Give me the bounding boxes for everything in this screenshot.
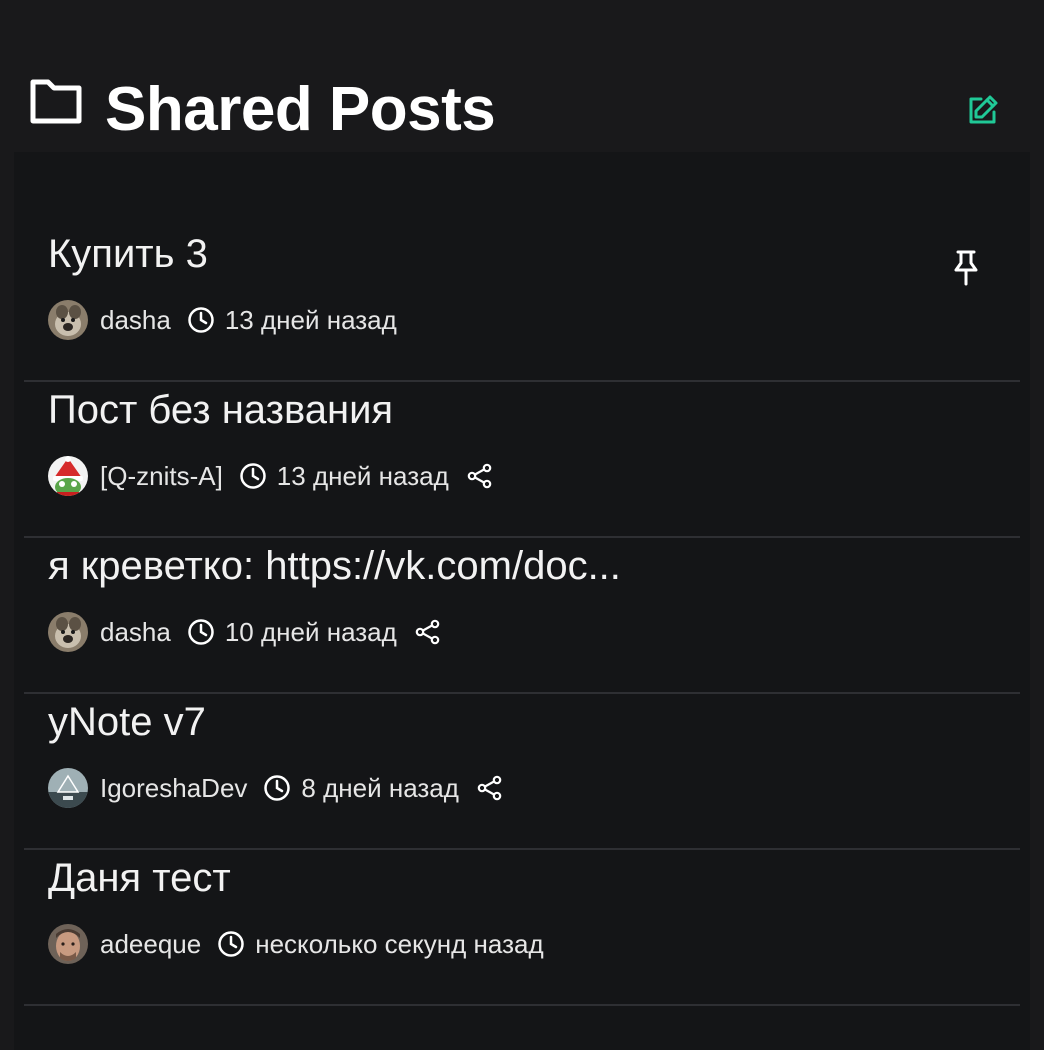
edit-button[interactable] <box>962 90 1002 130</box>
share-icon[interactable] <box>467 463 493 489</box>
post-title: Купить 3 <box>48 232 208 276</box>
post-item[interactable]: yNote v7 IgoreshaDev 8 дней назад <box>24 694 1020 850</box>
header: Shared Posts <box>0 0 1044 160</box>
clock-icon <box>240 463 266 489</box>
post-item[interactable]: я креветко: https://vk.com/doc... dasha … <box>24 538 1020 694</box>
share-icon[interactable] <box>477 775 503 801</box>
clock-icon <box>188 619 214 645</box>
post-meta: IgoreshaDev 8 дней назад <box>48 766 503 810</box>
post-meta: dasha 13 дней назад <box>48 298 415 342</box>
post-time: 8 дней назад <box>301 772 459 803</box>
post-meta: dasha 10 дней назад <box>48 610 441 654</box>
folder-icon <box>30 79 82 124</box>
avatar[interactable] <box>48 768 88 808</box>
post-item[interactable]: Пост без названия [Q-znits-A] 13 дней на… <box>24 382 1020 538</box>
author-name[interactable]: [Q-znits-A] <box>100 461 223 492</box>
post-item[interactable]: Купить 3 dasha 13 дней назад <box>24 226 1020 382</box>
author-name[interactable]: dasha <box>100 617 171 648</box>
page-title: Shared Posts <box>105 75 496 144</box>
post-list: Купить 3 dasha 13 дней назад Пост без на… <box>14 152 1030 1050</box>
author-name[interactable]: IgoreshaDev <box>100 773 247 804</box>
post-meta: [Q-znits-A] 13 дней назад <box>48 454 493 498</box>
avatar[interactable] <box>48 612 88 652</box>
post-title: я креветко: https://vk.com/doc... <box>48 544 621 588</box>
avatar[interactable] <box>48 300 88 340</box>
edit-icon <box>969 95 998 124</box>
post-title: Пост без названия <box>48 388 394 432</box>
clock-icon <box>188 307 214 333</box>
post-title: yNote v7 <box>48 700 206 744</box>
share-icon[interactable] <box>415 619 441 645</box>
avatar[interactable] <box>48 456 88 496</box>
post-time: 13 дней назад <box>276 460 449 491</box>
post-time: несколько секунд назад <box>255 928 544 959</box>
post-item[interactable]: Даня тест adeeque несколько секунд назад <box>24 850 1020 1006</box>
author-name[interactable]: dasha <box>100 305 171 336</box>
post-title: Даня тест <box>48 856 231 900</box>
post-time: 13 дней назад <box>224 304 397 335</box>
pin-icon[interactable] <box>950 248 982 288</box>
author-name[interactable]: adeeque <box>100 929 201 960</box>
avatar[interactable] <box>48 924 88 964</box>
clock-icon <box>264 775 291 801</box>
post-meta: adeeque несколько секунд назад <box>48 922 562 966</box>
clock-icon <box>218 931 244 957</box>
post-time: 10 дней назад <box>224 616 397 647</box>
